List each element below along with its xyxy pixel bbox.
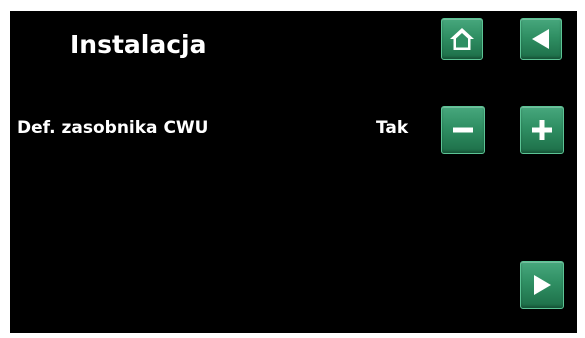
plus-icon: [532, 120, 552, 140]
setting-label: Def. zasobnika CWU: [17, 118, 209, 138]
setting-value: Tak: [376, 118, 409, 138]
back-arrow-icon: [532, 29, 549, 49]
decrease-button[interactable]: [441, 106, 485, 154]
home-icon: [450, 28, 474, 50]
page-title: Instalacja: [70, 30, 207, 59]
next-button[interactable]: [520, 261, 564, 309]
increase-button[interactable]: [520, 106, 564, 154]
home-button[interactable]: [441, 18, 483, 60]
display-screen: Instalacja Def. zasobnika CWU Tak: [10, 11, 577, 333]
back-button[interactable]: [520, 18, 562, 60]
next-arrow-icon: [534, 275, 551, 295]
minus-icon: [453, 127, 473, 133]
